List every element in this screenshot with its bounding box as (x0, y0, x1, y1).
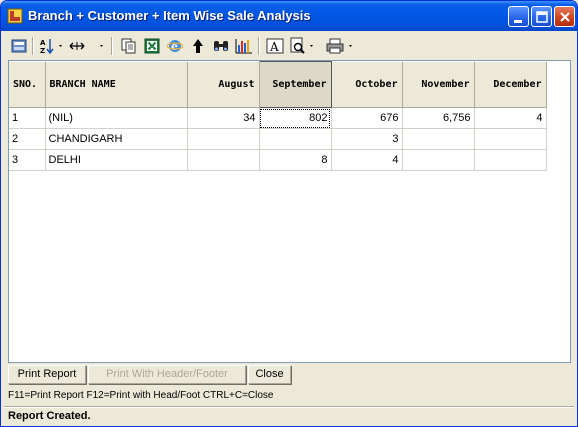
cell-sno[interactable]: 2 (9, 128, 46, 150)
status-bar: Report Created. (4, 406, 574, 426)
cell-december[interactable] (474, 149, 547, 171)
close-icon (560, 12, 570, 22)
cell-sno[interactable]: 1 (9, 107, 46, 129)
cell-december[interactable] (474, 128, 547, 150)
sort-button[interactable]: AZ (39, 37, 65, 55)
close-button[interactable]: Close (248, 365, 291, 384)
toolbar: AZ e A (5, 34, 571, 58)
table-row[interactable]: 1 (NIL) 34 802 676 6,756 4 (9, 107, 547, 129)
report-window: Branch + Customer + Item Wise Sale Analy… (0, 0, 578, 427)
svg-text:e: e (171, 40, 178, 53)
cell-november[interactable] (402, 149, 475, 171)
column-header-branch-name[interactable]: BRANCH NAME (45, 61, 188, 108)
close-window-button[interactable] (554, 6, 575, 27)
column-header-october[interactable]: October (331, 61, 403, 108)
find-icon (214, 41, 228, 51)
print-header-footer-button[interactable]: Print With Header/Footer (88, 365, 246, 384)
cell-sno[interactable]: 3 (9, 149, 46, 171)
copy-icon (121, 38, 136, 54)
svg-text:A: A (269, 40, 279, 54)
app-icon (7, 8, 23, 24)
cell-branch-name[interactable]: CHANDIGARH (45, 128, 188, 150)
shortcut-hint: F11=Print Report F12=Print with Head/Foo… (8, 390, 274, 401)
cell-august[interactable] (187, 149, 260, 171)
sort-icon: AZ (40, 39, 62, 55)
minimize-button[interactable] (508, 6, 529, 27)
status-text: Report Created. (8, 410, 91, 422)
svg-text:Z: Z (40, 47, 45, 55)
column-header-december[interactable]: December (474, 61, 547, 108)
column-header-august[interactable]: August (187, 61, 260, 108)
table-row[interactable]: 2 CHANDIGARH 3 (9, 128, 547, 150)
maximize-icon (536, 11, 548, 23)
excel-export-button[interactable] (144, 37, 160, 55)
browser-export-button[interactable]: e (167, 37, 183, 55)
font-icon: A (266, 38, 284, 54)
print-button[interactable] (325, 37, 355, 55)
move-up-button[interactable] (191, 37, 205, 55)
printer-icon (326, 38, 352, 54)
column-header-september[interactable]: September (258, 61, 332, 108)
cell-branch-name[interactable]: DELHI (45, 149, 188, 171)
cell-december[interactable]: 4 (474, 107, 547, 129)
excel-icon (144, 38, 160, 54)
svg-text:A: A (40, 39, 46, 47)
column-width-icon (69, 42, 103, 50)
cell-october[interactable]: 4 (331, 149, 403, 171)
report-grid[interactable]: SNO. BRANCH NAME August September Octobe… (8, 60, 571, 363)
browser-icon: e (167, 40, 183, 53)
cell-september[interactable] (259, 128, 332, 150)
chart-button[interactable] (235, 37, 253, 55)
print-preview-icon (290, 37, 313, 54)
minimize-icon (514, 20, 522, 23)
cell-november[interactable]: 6,756 (402, 107, 475, 129)
chart-icon (235, 39, 252, 54)
font-button[interactable]: A (266, 37, 284, 55)
maximize-button[interactable] (531, 6, 552, 27)
report-table: SNO. BRANCH NAME August September Octobe… (9, 61, 547, 171)
window-title: Branch + Customer + Item Wise Sale Analy… (28, 8, 311, 23)
table-row[interactable]: 3 DELHI 8 4 (9, 149, 547, 171)
cell-september[interactable]: 8 (259, 149, 332, 171)
column-header-sno[interactable]: SNO. (9, 61, 46, 108)
cell-november[interactable] (402, 128, 475, 150)
copy-button[interactable] (121, 37, 137, 55)
cell-october[interactable]: 3 (331, 128, 403, 150)
find-button[interactable] (212, 37, 230, 55)
title-bar[interactable]: Branch + Customer + Item Wise Sale Analy… (1, 1, 577, 31)
cell-september[interactable]: 802 (259, 107, 332, 129)
cell-august[interactable]: 34 (187, 107, 260, 129)
cell-august[interactable] (187, 128, 260, 150)
column-header-november[interactable]: November (402, 61, 475, 108)
export-icon (11, 39, 27, 53)
up-arrow-icon (193, 39, 203, 53)
print-report-button[interactable]: Print Report (8, 365, 86, 384)
export-button[interactable] (11, 37, 27, 55)
print-preview-button[interactable] (289, 37, 317, 55)
cell-october[interactable]: 676 (331, 107, 403, 129)
cell-branch-name[interactable]: (NIL) (45, 107, 188, 129)
column-width-button[interactable] (67, 37, 107, 55)
